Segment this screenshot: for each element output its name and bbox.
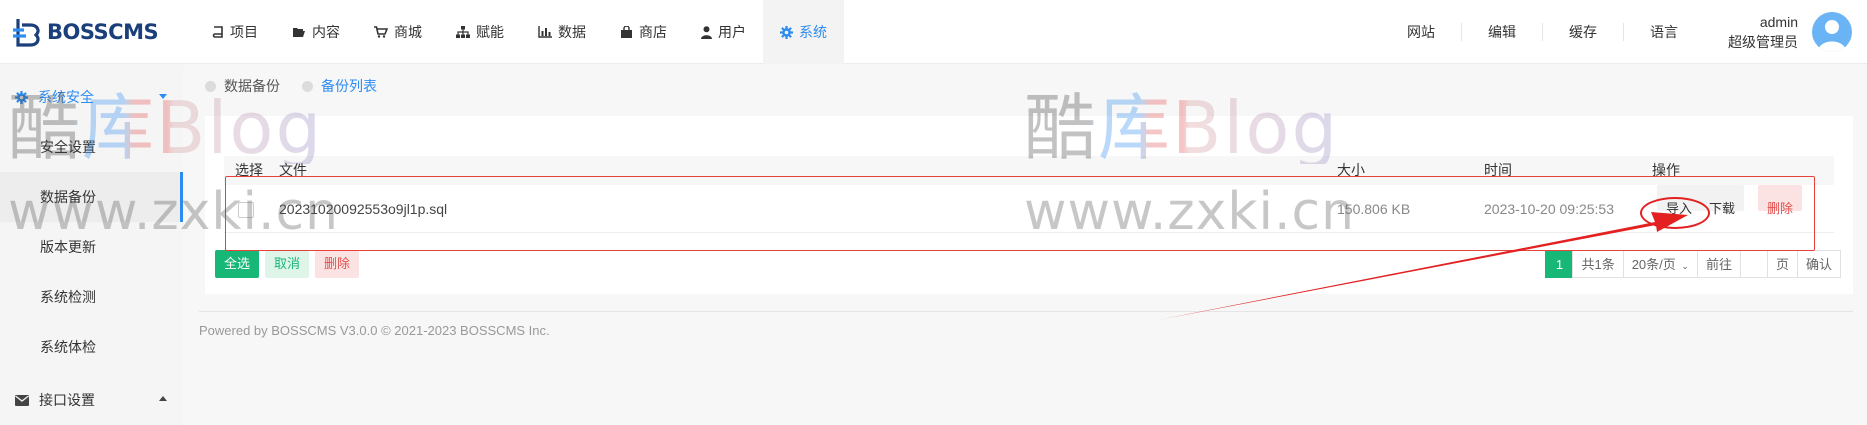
top-link-language[interactable]: 语言 (1624, 23, 1704, 41)
nav-item-user[interactable]: 用户 (684, 0, 763, 64)
goto-confirm-button[interactable]: 确认 (1796, 250, 1841, 278)
sidebar-group-api-settings[interactable]: 接口设置 (0, 378, 183, 422)
sidebar-item-label: 系统检测 (40, 289, 96, 305)
bulk-delete-button[interactable]: 删除 (315, 250, 360, 278)
page-size-label: 20条/页 (1631, 257, 1676, 272)
page-current[interactable]: 1 (1545, 250, 1574, 278)
header-file: 文件 (279, 162, 307, 178)
nav-item-label: 赋能 (476, 24, 504, 40)
caret-up-icon (159, 396, 167, 401)
caret-down-icon (159, 94, 167, 99)
cancel-select-button[interactable]: 取消 (265, 250, 310, 278)
sidebar-group-label: 接口设置 (39, 392, 95, 408)
nav-item-label: 项目 (230, 24, 258, 40)
radio-dot-icon (302, 80, 313, 92)
sidebar-item-label: 版本更新 (40, 239, 96, 255)
cell-file: 20231020092553o9jl1p.sql (279, 201, 448, 217)
nav-item-system[interactable]: 系统 (763, 0, 844, 64)
select-all-button[interactable]: 全选 (215, 250, 260, 278)
page-size-select[interactable]: 20条/页 ⌄ (1622, 250, 1698, 278)
sidebar-group-label: 系统安全 (38, 89, 94, 105)
header-time: 时间 (1484, 162, 1512, 178)
table-header: 选择 文件 大小 时间 操作 (224, 156, 1834, 185)
nav-item-label: 系统 (799, 24, 827, 40)
top-right-actions: 网站 编辑 缓存 语言 admin 超级管理员 (1381, 0, 1867, 64)
user-menu[interactable]: admin 超级管理员 (1728, 12, 1852, 52)
subtab-data-backup[interactable]: 数据备份 (205, 76, 280, 96)
subtab-label: 数据备份 (224, 78, 280, 94)
bosscms-logo-icon (13, 19, 40, 47)
header-ops: 操作 (1652, 162, 1680, 178)
user-role: 超级管理员 (1728, 34, 1798, 50)
shopping-cart-icon (374, 26, 388, 38)
sidebar-item-label: 安全设置 (40, 139, 96, 155)
table-row: 20231020092553o9jl1p.sql 150.806 KB 2023… (224, 185, 1834, 233)
nav-item-data[interactable]: 数据 (521, 0, 603, 64)
avatar[interactable] (1812, 12, 1852, 52)
cell-time: 2023-10-20 09:25:53 (1484, 201, 1614, 217)
backup-list-panel: 选择 文件 大小 时间 操作 20231020092553o9jl1p.sql … (205, 116, 1853, 294)
nav-item-empower[interactable]: 赋能 (439, 0, 521, 64)
sidebar-item-data-backup[interactable]: 数据备份 (0, 172, 183, 222)
brand-name: BOSSCMS (47, 20, 159, 44)
store-bag-icon (620, 25, 633, 39)
nav-item-store[interactable]: 商店 (603, 0, 684, 64)
download-button[interactable]: 下载 (1700, 185, 1745, 216)
main-nav: 项目 内容 商城 赋能 数据 商店 用户 系统 (195, 0, 844, 64)
sidebar-item-version-update[interactable]: 版本更新 (0, 222, 183, 272)
nav-item-label: 数据 (558, 24, 586, 40)
header-select: 选择 (235, 162, 263, 178)
page-unit-label: 页 (1766, 250, 1798, 278)
gear-icon (780, 25, 793, 39)
gear-icon (15, 90, 28, 104)
sidebar-item-system-check[interactable]: 系统检测 (0, 272, 183, 322)
nav-item-mall[interactable]: 商城 (357, 0, 439, 64)
user-icon (701, 25, 712, 39)
nav-item-label: 商城 (394, 24, 422, 40)
radio-dot-icon (205, 80, 216, 92)
footer: Powered by BOSSCMS V3.0.0 © 2021-2023 BO… (199, 311, 1853, 338)
page-total: 共1条 (1572, 250, 1624, 278)
cell-size: 150.806 KB (1337, 201, 1411, 217)
sidebar-group-system-security[interactable]: 系统安全 (0, 75, 183, 119)
sidebar-item-security-settings[interactable]: 安全设置 (0, 122, 183, 172)
nav-item-label: 用户 (718, 24, 746, 40)
nav-item-label: 商店 (639, 24, 667, 40)
sidebar: 系统安全 安全设置 数据备份 版本更新 系统检测 系统体检 接口设置 (0, 65, 183, 425)
delete-button[interactable]: 删除 (1758, 185, 1803, 216)
nav-item-label: 内容 (312, 24, 340, 40)
top-bar: BOSSCMS 项目 内容 商城 赋能 数据 商店 用户 系统 网站 编辑 缓存… (0, 0, 1867, 64)
row-checkbox[interactable] (238, 202, 254, 218)
book-icon (212, 25, 224, 39)
folder-open-icon (292, 26, 306, 38)
nav-item-content[interactable]: 内容 (275, 0, 357, 64)
top-link-website[interactable]: 网站 (1381, 23, 1462, 41)
envelope-icon (15, 394, 29, 406)
goto-page-input[interactable] (1739, 250, 1768, 278)
sidebar-item-label: 数据备份 (40, 189, 96, 205)
goto-label: 前往 (1696, 250, 1741, 278)
top-link-cache[interactable]: 缓存 (1543, 23, 1624, 41)
sidebar-item-label: 系统体检 (40, 339, 96, 355)
bar-chart-icon (538, 26, 552, 38)
sitemap-icon (456, 26, 470, 38)
sidebar-item-system-health[interactable]: 系统体检 (0, 322, 183, 372)
pagination: 1 共1条 20条/页 ⌄ 前往 页 确认 (1545, 250, 1841, 278)
subtab-label: 备份列表 (321, 78, 377, 94)
backup-subtabs: 数据备份 备份列表 (205, 76, 399, 96)
brand-logo[interactable]: BOSSCMS (12, 13, 159, 51)
user-info: admin 超级管理员 (1728, 12, 1798, 52)
import-button[interactable]: 导入 (1657, 185, 1702, 216)
header-size: 大小 (1337, 162, 1365, 178)
bulk-actions: 全选 取消 删除 (215, 250, 365, 278)
nav-item-project[interactable]: 项目 (195, 0, 275, 64)
subtab-backup-list[interactable]: 备份列表 (302, 76, 377, 96)
user-name: admin (1759, 14, 1798, 30)
avatar-user-icon (1818, 20, 1846, 52)
chevron-down-icon: ⌄ (1681, 261, 1689, 271)
top-link-edit[interactable]: 编辑 (1462, 23, 1543, 41)
